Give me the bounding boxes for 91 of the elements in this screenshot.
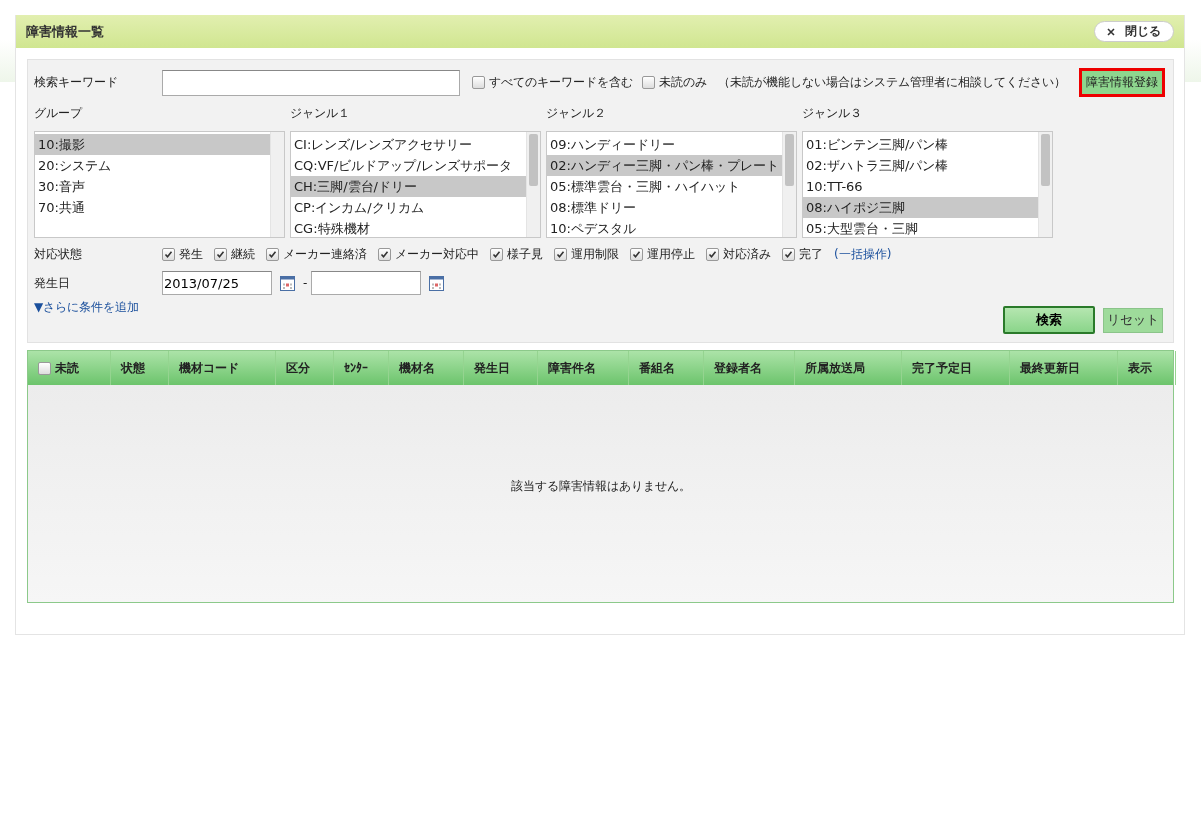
- list-item[interactable]: 10:撮影: [35, 134, 270, 155]
- list-label: ジャンル２: [546, 105, 607, 122]
- column-title: 機材コード: [179, 359, 239, 377]
- check-icon: [556, 250, 565, 259]
- close-button[interactable]: 閉じる: [1094, 21, 1174, 42]
- column-title: 最終更新日: [1020, 359, 1080, 377]
- list-item[interactable]: CI:レンズ/レンズアクセサリー: [291, 134, 526, 155]
- checkbox-label: 様子見: [507, 246, 543, 263]
- checkbox-label: メーカー連絡済: [283, 246, 367, 263]
- checkbox[interactable]: [472, 76, 485, 89]
- check-icon: [784, 250, 793, 259]
- list-item[interactable]: CG:特殊機材: [291, 218, 526, 237]
- check-icon: [632, 250, 641, 259]
- column-title: ｾﾝﾀｰ: [344, 361, 368, 375]
- list-item[interactable]: 01:ビンテン三脚/パン棒: [803, 134, 1038, 155]
- checkbox[interactable]: [266, 248, 279, 261]
- list-item[interactable]: 08:ハイポジ三脚: [803, 197, 1038, 218]
- checkbox[interactable]: [490, 248, 503, 261]
- scrollbar[interactable]: [782, 132, 796, 237]
- scrollbar[interactable]: [270, 132, 284, 237]
- list-item[interactable]: 05:標準雲台・三脚・ハイハット: [547, 176, 782, 197]
- checkbox-label: 継続: [231, 246, 255, 263]
- note-text: （未読が機能しない場合はシステム管理者に相談してください）: [718, 74, 1066, 91]
- checkbox[interactable]: [38, 361, 51, 375]
- check-icon: [164, 250, 173, 259]
- list-label: ジャンル３: [802, 105, 863, 122]
- range-separator: -: [303, 276, 308, 290]
- reset-button[interactable]: リセット: [1103, 307, 1163, 333]
- column-title: 区分: [286, 359, 310, 377]
- date-to-field[interactable]: [311, 271, 422, 295]
- list-item[interactable]: CP:インカム/クリカム: [291, 197, 526, 218]
- register-button[interactable]: 障害情報登録: [1079, 68, 1165, 97]
- checkbox-label: 運用停止: [647, 246, 695, 263]
- checkbox[interactable]: [642, 76, 655, 89]
- list-label: ジャンル１: [290, 105, 351, 122]
- list-item[interactable]: 10:TT-66: [803, 176, 1038, 197]
- column-title: 未読: [55, 359, 79, 377]
- list-item[interactable]: CH:三脚/雲台/ドリー: [291, 176, 526, 197]
- column-title: 登録者名: [714, 359, 762, 377]
- list-label: グループ: [34, 105, 84, 122]
- column-title: 状態: [121, 359, 145, 377]
- checkbox[interactable]: [214, 248, 227, 261]
- search-button[interactable]: 検索: [1003, 306, 1095, 334]
- scrollbar[interactable]: [1038, 132, 1052, 237]
- list-item[interactable]: 02:ザハトラ三脚/パン棒: [803, 155, 1038, 176]
- column-title: 完了予定日: [912, 359, 972, 377]
- column-title: 所属放送局: [805, 359, 865, 377]
- checkbox-label: 対応済み: [723, 246, 771, 263]
- column-title: 機材名: [399, 359, 435, 377]
- checkbox-label: 運用制限: [571, 246, 619, 263]
- checkbox-label: 未読のみ: [659, 74, 707, 91]
- checkbox-label: すべてのキーワードを含む: [489, 74, 633, 91]
- checkbox-label: メーカー対応中: [395, 246, 479, 263]
- list-item[interactable]: 10:ペデスタル: [547, 218, 782, 237]
- column-title: 番組名: [639, 359, 675, 377]
- list-item[interactable]: 09:ハンディードリー: [547, 134, 782, 155]
- check-icon: [268, 250, 277, 259]
- check-icon: [216, 250, 225, 259]
- checkbox-label: 発生: [179, 246, 203, 263]
- checkbox[interactable]: [630, 248, 643, 261]
- list-item[interactable]: 20:システム: [35, 155, 270, 176]
- checkbox[interactable]: [706, 248, 719, 261]
- list-item[interactable]: 30:音声: [35, 176, 270, 197]
- column-title: 表示: [1128, 359, 1152, 377]
- list-item[interactable]: 70:共通: [35, 197, 270, 218]
- checkbox[interactable]: [554, 248, 567, 261]
- list-item[interactable]: 05:大型雲台・三脚: [803, 218, 1038, 237]
- calendar-icon[interactable]: [429, 275, 445, 291]
- list-item[interactable]: CQ:VF/ビルドアップ/レンズサポータ: [291, 155, 526, 176]
- checkbox-label: 完了: [799, 246, 823, 263]
- field-label: 発生日: [34, 274, 71, 292]
- empty-message: 該当する障害情報はありません。: [510, 478, 691, 495]
- list-item[interactable]: 08:標準ドリー: [547, 197, 782, 218]
- checkbox[interactable]: [782, 248, 795, 261]
- field-label: 対応状態: [34, 246, 83, 263]
- close-icon: [1107, 27, 1115, 36]
- checkbox[interactable]: [378, 248, 391, 261]
- column-title: 発生日: [474, 359, 510, 377]
- window-title: 障害情報一覧: [26, 22, 104, 41]
- keyword-field[interactable]: [162, 69, 460, 96]
- bulk-action-link[interactable]: (一括操作): [834, 246, 892, 263]
- date-from-field[interactable]: 2013/07/25: [162, 271, 272, 295]
- list-item[interactable]: 02:ハンディー三脚・パン棒・プレート: [547, 155, 782, 176]
- scrollbar[interactable]: [526, 132, 540, 237]
- calendar-icon[interactable]: [280, 275, 295, 291]
- check-icon: [708, 250, 717, 259]
- checkbox[interactable]: [162, 248, 175, 261]
- column-title: 障害件名: [548, 359, 596, 377]
- check-icon: [492, 250, 501, 259]
- field-label: 検索キーワード: [34, 74, 119, 91]
- check-icon: [380, 250, 389, 259]
